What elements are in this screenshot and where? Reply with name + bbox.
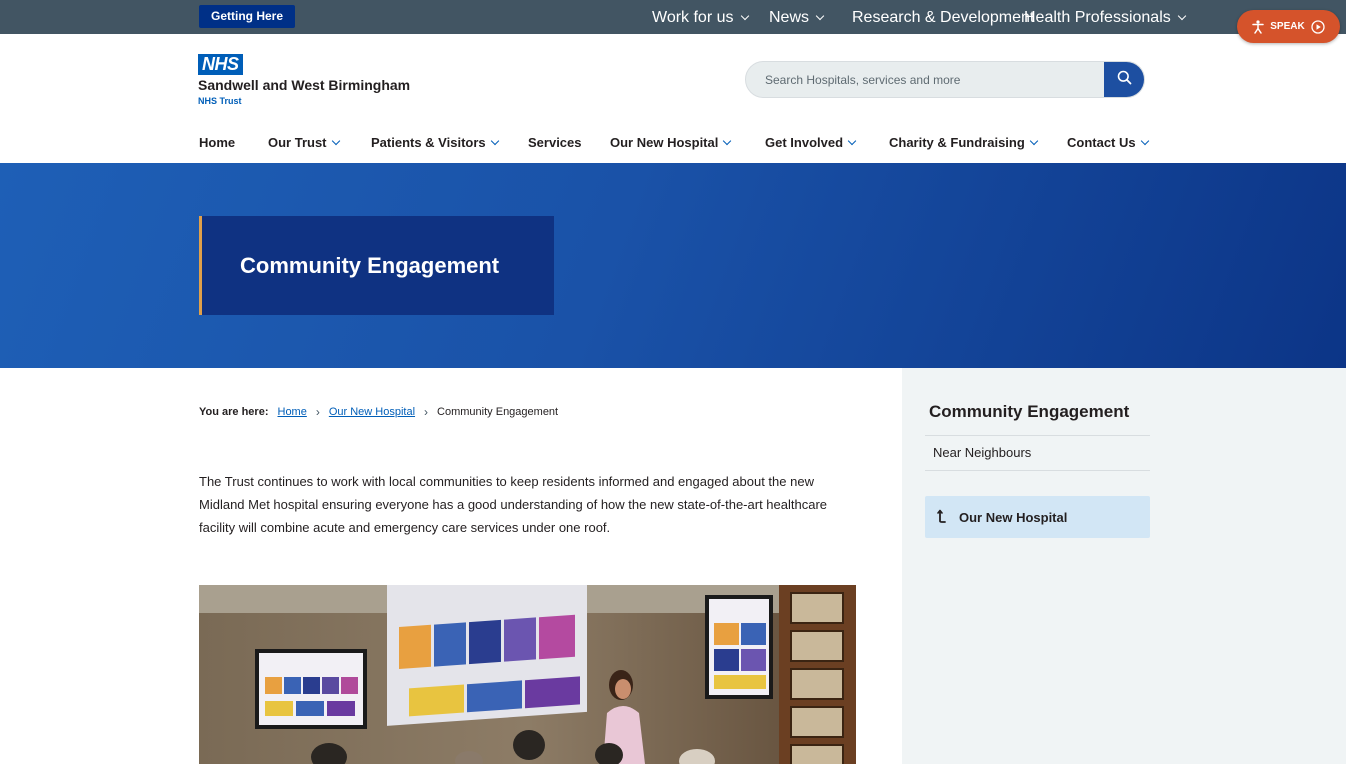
page-title: Community Engagement — [240, 252, 500, 278]
nav-item-contact-us[interactable]: Contact Us — [1067, 135, 1149, 150]
nav-item-our-trust[interactable]: Our Trust — [268, 135, 340, 150]
nav-item-patients-visitors[interactable]: Patients & Visitors — [371, 135, 499, 150]
search-input[interactable] — [746, 62, 1106, 97]
speak-button[interactable]: SPEAK — [1237, 10, 1340, 43]
breadcrumb-current: Community Engagement — [437, 406, 559, 418]
chevron-right-icon: › — [315, 405, 320, 419]
hero-title-card: Community Engagement — [199, 216, 554, 315]
util-link-health-professionals[interactable]: Health Professionals — [1024, 9, 1186, 27]
play-circle-icon — [1311, 19, 1325, 34]
util-link-label: Research & Development — [852, 9, 1035, 26]
chevron-down-icon — [740, 11, 749, 21]
chevron-down-icon — [331, 136, 340, 145]
nav-item-label: Our Trust — [268, 135, 327, 150]
nav-item-label: Charity & Fundraising — [889, 135, 1025, 150]
util-link-label: Work for us — [652, 9, 734, 26]
chevron-down-icon — [1177, 11, 1186, 21]
sidebar-parent-link[interactable]: Our New Hospital — [925, 496, 1150, 538]
nav-item-label: Our New Hospital — [610, 135, 719, 150]
main-navigation: Home Our Trust Patients & Visitors Servi… — [0, 133, 1346, 155]
nav-item-get-involved[interactable]: Get Involved — [765, 135, 857, 150]
nav-item-label: Home — [199, 135, 236, 150]
breadcrumb-link-our-new-hospital[interactable]: Our New Hospital — [329, 406, 415, 418]
util-link-news[interactable]: News — [769, 9, 825, 27]
org-subtitle: NHS Trust — [198, 96, 242, 106]
breadcrumb-link-home[interactable]: Home — [278, 406, 307, 418]
section-sidebar: Community Engagement Near Neighbours Our… — [902, 368, 1346, 764]
sidebar-title: Community Engagement — [929, 402, 1130, 421]
util-link-research-development[interactable]: Research & Development — [852, 9, 1034, 27]
sidebar-divider — [925, 435, 1150, 436]
nav-item-label: Contact Us — [1067, 135, 1136, 150]
community-event-photo — [199, 585, 856, 764]
nav-item-home[interactable]: Home — [199, 135, 235, 150]
utility-bar: Getting Here Work for us News Research &… — [0, 0, 1346, 34]
search-button[interactable] — [1104, 62, 1144, 97]
search-icon — [1117, 70, 1132, 90]
nav-item-label: Patients & Visitors — [371, 135, 486, 150]
chevron-down-icon — [723, 136, 732, 145]
nhs-logo: NHS — [198, 54, 243, 75]
sidebar-parent-label: Our New Hospital — [959, 509, 1068, 525]
getting-here-button[interactable]: Getting Here — [199, 5, 296, 28]
search-box — [745, 61, 1145, 98]
org-name: Sandwell and West Birmingham — [198, 77, 411, 93]
nav-item-services[interactable]: Services — [528, 135, 582, 150]
util-link-label: News — [769, 9, 810, 26]
chevron-down-icon — [815, 11, 825, 21]
chevron-down-icon — [1140, 136, 1149, 145]
chevron-right-icon: › — [424, 405, 429, 419]
intro-paragraph: The Trust continues to work with local c… — [199, 474, 827, 535]
back-arrow-icon — [937, 509, 947, 526]
util-link-label: Health Professionals — [1024, 9, 1171, 26]
sidebar-divider — [925, 470, 1150, 471]
nav-item-charity-fundraising[interactable]: Charity & Fundraising — [889, 135, 1039, 150]
hero-banner: Community Engagement — [0, 163, 1346, 368]
sidebar-link-near-neighbours[interactable]: Near Neighbours — [933, 445, 1031, 460]
site-logo[interactable]: NHS Sandwell and West Birmingham NHS Tru… — [198, 54, 410, 106]
speak-label: SPEAK — [1270, 21, 1305, 32]
nav-item-label: Services — [528, 135, 582, 150]
util-link-work-for-us[interactable]: Work for us — [652, 9, 749, 27]
chevron-down-icon — [490, 136, 499, 145]
nav-item-our-new-hospital[interactable]: Our New Hospital — [610, 135, 732, 150]
chevron-down-icon — [1029, 136, 1039, 145]
breadcrumb-label: You are here: — [199, 406, 269, 418]
nav-item-label: Get Involved — [765, 135, 844, 150]
chevron-down-icon — [847, 136, 857, 145]
accessibility-person-icon — [1252, 19, 1265, 34]
breadcrumb: You are here: Home › Our New Hospital › … — [199, 405, 558, 419]
